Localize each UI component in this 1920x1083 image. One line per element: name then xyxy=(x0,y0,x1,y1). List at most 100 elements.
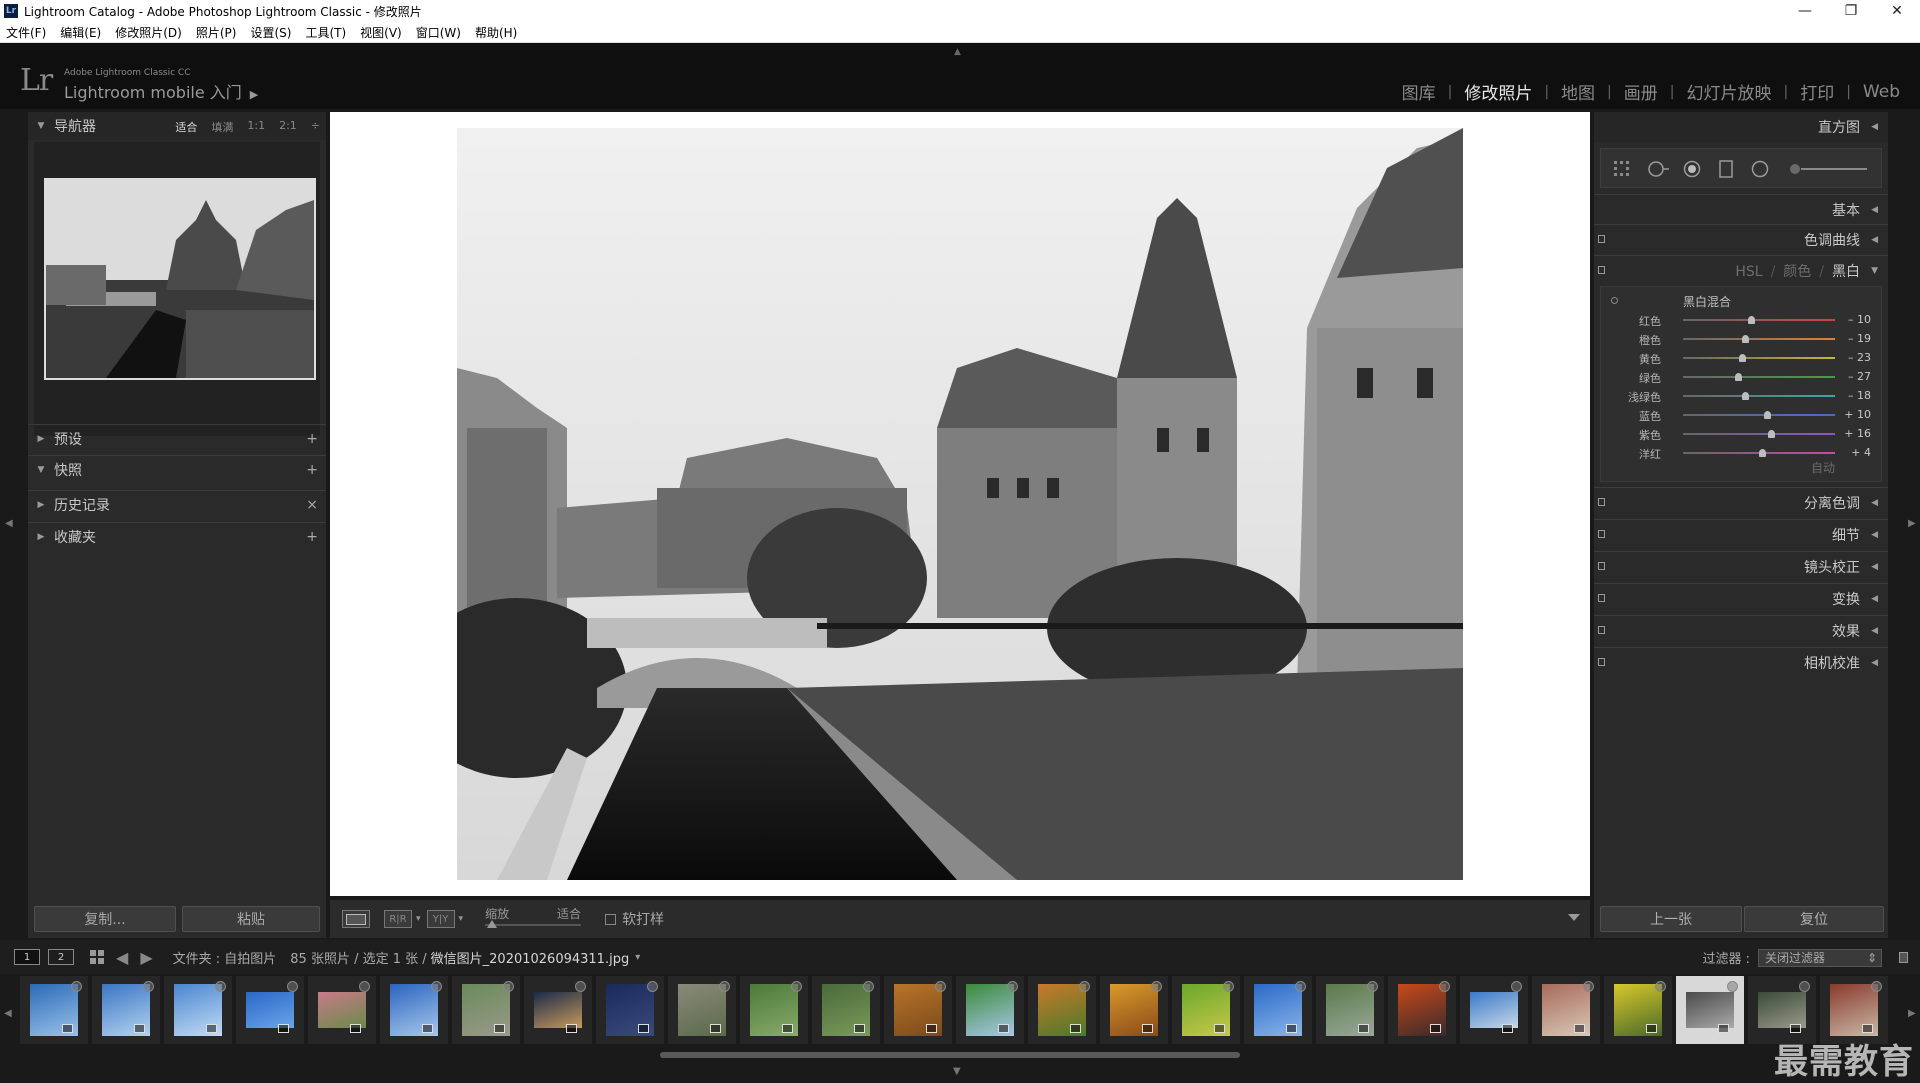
filter-select[interactable]: 关闭过滤器 ⇕ xyxy=(1758,948,1882,967)
filmstrip-scroll-left-icon[interactable]: ◀ xyxy=(4,1008,12,1019)
filmstrip-scrollbar[interactable] xyxy=(660,1052,1240,1058)
panel-switch-icon[interactable] xyxy=(1598,594,1605,602)
panel-switch-icon[interactable] xyxy=(1598,266,1605,274)
module-library[interactable]: 图库 xyxy=(1390,79,1448,104)
snapshots-header[interactable]: ▼ 快照 + xyxy=(28,455,326,483)
zoom-slider-handle[interactable] xyxy=(487,920,498,928)
bottom-panel-toggle-icon[interactable]: ▼ xyxy=(953,1066,961,1077)
filmstrip-thumbnail[interactable] xyxy=(1460,976,1528,1044)
forward-arrow-icon[interactable]: ▶ xyxy=(140,948,152,967)
filmstrip-thumbnail[interactable] xyxy=(452,976,520,1044)
left-panel-toggle-icon[interactable]: ◀ xyxy=(5,518,13,529)
main-photo[interactable] xyxy=(457,128,1463,880)
filmstrip-thumbnail[interactable] xyxy=(20,976,88,1044)
zoom-1-1[interactable]: 1:1 xyxy=(247,119,265,135)
bw-slider-handle[interactable] xyxy=(1748,316,1756,324)
bw-slider-value[interactable]: – 19 xyxy=(1848,332,1871,345)
primary-monitor-button[interactable]: 1 xyxy=(14,949,40,965)
filmstrip-thumbnail[interactable] xyxy=(92,976,160,1044)
secondary-monitor-button[interactable]: 2 xyxy=(48,949,74,965)
panel-switch-icon[interactable] xyxy=(1598,562,1605,570)
add-collection-icon[interactable]: + xyxy=(306,529,318,545)
bw-slider-handle[interactable] xyxy=(1735,373,1743,381)
quick-collection-dot-icon[interactable] xyxy=(143,981,154,992)
zoom-fit[interactable]: 适合 xyxy=(175,119,197,135)
filmstrip-thumbnail[interactable] xyxy=(1676,976,1744,1044)
quick-collection-dot-icon[interactable] xyxy=(1367,981,1378,992)
menu-settings[interactable]: 设置(S) xyxy=(250,24,291,41)
quick-collection-dot-icon[interactable] xyxy=(1223,981,1234,992)
loupe-view-button[interactable] xyxy=(342,910,370,928)
filmstrip-source[interactable]: 文件夹 : 自拍图片 xyxy=(173,948,277,967)
paste-settings-button[interactable]: 粘贴 xyxy=(182,906,320,932)
zoom-fill[interactable]: 填满 xyxy=(211,119,233,135)
quick-collection-dot-icon[interactable] xyxy=(1007,981,1018,992)
detail-header[interactable]: 细节 ◀ xyxy=(1594,519,1888,549)
module-map[interactable]: 地图 xyxy=(1549,79,1607,104)
add-preset-icon[interactable]: + xyxy=(306,431,318,447)
quick-collection-dot-icon[interactable] xyxy=(1151,981,1162,992)
navigator-thumbnail[interactable] xyxy=(44,178,316,380)
filename-menu-icon[interactable]: ▾ xyxy=(635,952,640,963)
bw-slider-handle[interactable] xyxy=(1763,411,1771,419)
red-eye-icon[interactable] xyxy=(1683,160,1701,178)
split-toning-header[interactable]: 分离色调 ◀ xyxy=(1594,487,1888,517)
module-book[interactable]: 画册 xyxy=(1612,79,1670,104)
reset-button[interactable]: 复位 xyxy=(1744,906,1884,932)
quick-collection-dot-icon[interactable] xyxy=(719,981,730,992)
maximize-button[interactable]: ❐ xyxy=(1828,0,1874,22)
bw-slider-handle[interactable] xyxy=(1742,392,1750,400)
filmstrip-thumbnail[interactable] xyxy=(812,976,880,1044)
quick-collection-dot-icon[interactable] xyxy=(1871,981,1882,992)
bw-slider-value[interactable]: – 10 xyxy=(1848,313,1871,326)
grid-view-icon[interactable] xyxy=(90,950,104,964)
graduated-filter-icon[interactable] xyxy=(1717,160,1735,178)
before-after-tb-button[interactable]: Y|Y xyxy=(426,910,455,928)
filter-lock-icon[interactable] xyxy=(1899,952,1908,963)
quick-collection-dot-icon[interactable] xyxy=(503,981,514,992)
module-print[interactable]: 打印 xyxy=(1788,79,1846,104)
spot-removal-icon[interactable] xyxy=(1647,160,1671,178)
quick-collection-dot-icon[interactable] xyxy=(1583,981,1594,992)
adjustment-brush-icon[interactable] xyxy=(1789,160,1869,178)
menu-tools[interactable]: 工具(T) xyxy=(305,24,346,41)
menu-photo[interactable]: 照片(P) xyxy=(196,24,237,41)
bw-slider-handle[interactable] xyxy=(1741,335,1749,343)
right-panel-toggle-icon[interactable]: ▶ xyxy=(1908,518,1916,529)
chevron-down-icon[interactable]: ▾ xyxy=(459,914,464,924)
history-header[interactable]: ▶ 历史记录 × xyxy=(28,490,326,518)
menu-window[interactable]: 窗口(W) xyxy=(416,24,461,41)
top-panel-toggle-icon[interactable]: ▲ xyxy=(954,47,961,57)
quick-collection-dot-icon[interactable] xyxy=(1799,981,1810,992)
panel-switch-icon[interactable] xyxy=(1598,626,1605,634)
bw-slider-handle[interactable] xyxy=(1738,354,1746,362)
bw-slider-value[interactable]: + 16 xyxy=(1844,427,1871,440)
copy-settings-button[interactable]: 复制... xyxy=(34,906,176,932)
quick-collection-dot-icon[interactable] xyxy=(431,981,442,992)
bw-slider-track[interactable] xyxy=(1683,395,1835,397)
module-develop[interactable]: 修改照片 xyxy=(1452,79,1544,104)
toolbar-content-dropdown-icon[interactable] xyxy=(1568,914,1580,921)
calibration-header[interactable]: 相机校准 ◀ xyxy=(1594,647,1888,677)
quick-collection-dot-icon[interactable] xyxy=(1295,981,1306,992)
filmstrip-thumbnail[interactable] xyxy=(1532,976,1600,1044)
filmstrip-thumbnail[interactable] xyxy=(380,976,448,1044)
hsl-header[interactable]: HSL / 颜色 / 黑白 ▼ xyxy=(1594,255,1888,285)
lens-corrections-header[interactable]: 镜头校正 ◀ xyxy=(1594,551,1888,581)
bw-slider-value[interactable]: + 4 xyxy=(1851,446,1871,459)
filmstrip-thumbnail[interactable] xyxy=(884,976,952,1044)
close-button[interactable]: ✕ xyxy=(1874,0,1920,22)
histogram-header[interactable]: 直方图 ◀ xyxy=(1594,112,1888,142)
before-after-lr-button[interactable]: R|R xyxy=(384,910,412,928)
mobile-get-started-link[interactable]: Lightroom mobile 入门 ▶ xyxy=(64,79,258,103)
bw-slider-value[interactable]: + 10 xyxy=(1844,408,1871,421)
tab-hsl[interactable]: HSL xyxy=(1735,264,1762,280)
quick-collection-dot-icon[interactable] xyxy=(1727,981,1738,992)
bw-slider-handle[interactable] xyxy=(1759,449,1767,457)
filmstrip-thumbnail[interactable] xyxy=(164,976,232,1044)
tab-color[interactable]: 颜色 xyxy=(1783,264,1811,280)
quick-collection-dot-icon[interactable] xyxy=(1439,981,1450,992)
minimize-button[interactable]: — xyxy=(1782,0,1828,22)
zoom-more[interactable]: ÷ xyxy=(311,119,320,135)
basic-header[interactable]: 基本 ◀ xyxy=(1594,194,1888,224)
